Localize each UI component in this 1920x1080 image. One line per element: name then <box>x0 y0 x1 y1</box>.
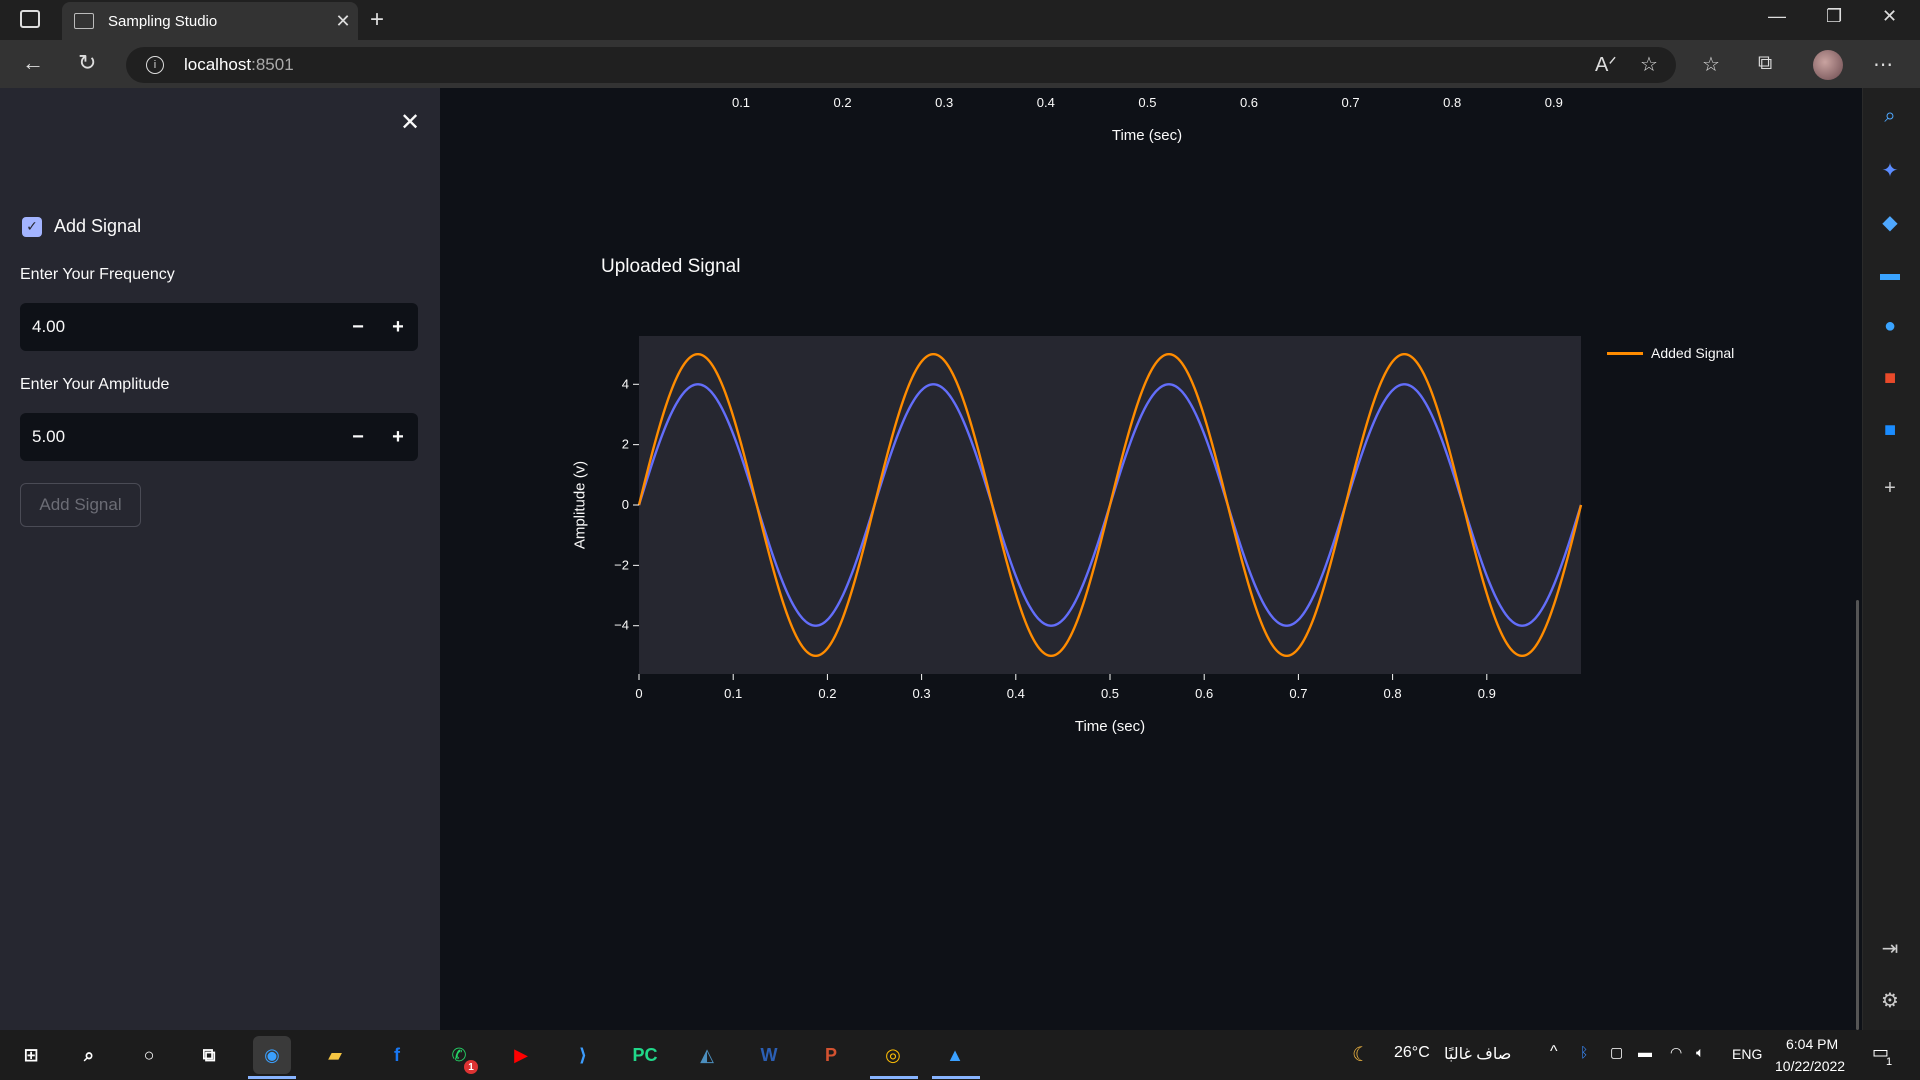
meet-now-icon[interactable]: ▢ <box>1610 1044 1623 1061</box>
taskbar-whatsapp-icon[interactable]: ✆ 1 <box>440 1036 478 1074</box>
taskbar-search-icon[interactable]: ⌕ <box>70 1036 108 1074</box>
edge-tools-icon[interactable]: ▬ <box>1876 260 1904 288</box>
scrollbar-thumb[interactable] <box>1856 600 1859 1030</box>
language-indicator[interactable]: ENG <box>1732 1046 1762 1062</box>
edge-sparkle-icon[interactable]: ✦ <box>1876 156 1904 184</box>
chart-legend[interactable]: Added Signal <box>1607 345 1734 361</box>
y-tick-label: −4 <box>614 618 629 633</box>
edge-active-indicator <box>248 1076 296 1079</box>
task-view-icon[interactable]: ⧉ <box>190 1036 228 1074</box>
x-tick-label: 0 <box>635 686 642 701</box>
taskbar-edge-icon[interactable]: ◉ <box>253 1036 291 1074</box>
x-axis-title: Time (sec) <box>1074 718 1146 735</box>
legend-swatch-added-signal <box>1607 351 1643 355</box>
x-tick-label: 0.6 <box>1195 686 1213 701</box>
start-icon[interactable]: ⊞ <box>12 1036 50 1074</box>
weather-icon[interactable]: ☾ <box>1352 1042 1370 1067</box>
x-tick-label: 0.7 <box>1289 686 1307 701</box>
edge-office-icon[interactable]: ■ <box>1876 364 1904 392</box>
x-tick-label: 0.9 <box>1478 686 1496 701</box>
edge-games-icon[interactable]: ● <box>1876 312 1904 340</box>
edge-add-icon[interactable]: + <box>1876 474 1904 502</box>
taskbar-chrome-icon[interactable]: ◎ <box>874 1036 912 1074</box>
y-tick-label: −2 <box>614 557 629 572</box>
edge-search-icon[interactable]: ⌕ <box>1876 102 1904 130</box>
weather-text[interactable]: صاف غالبًا <box>1444 1044 1511 1064</box>
chrome-active-indicator <box>870 1076 918 1079</box>
edge-hide-sidebar-icon[interactable]: ⇥ <box>1876 934 1904 962</box>
signal-chart[interactable]: 0 0.1 0.2 0.3 0.4 0.5 0.6 0.7 0.8 0.9 4 2 0 −2 −4 <box>0 0 1920 1080</box>
clock-date[interactable]: 10/22/2022 <box>1775 1058 1845 1074</box>
taskbar-pycharm-icon[interactable]: PC <box>626 1036 664 1074</box>
page-scrollbar[interactable] <box>1853 88 1862 1030</box>
taskbar-vscode-icon[interactable]: ⟩ <box>564 1036 602 1074</box>
taskbar-powerpoint-icon[interactable]: P <box>812 1036 850 1074</box>
legend-label-added-signal: Added Signal <box>1651 345 1735 361</box>
battery-icon[interactable]: ▬ <box>1638 1044 1652 1060</box>
taskbar-facebook-icon[interactable]: f <box>378 1036 416 1074</box>
taskbar-photos-icon[interactable]: ▲ <box>936 1036 974 1074</box>
x-tick-label: 0.1 <box>724 686 742 701</box>
edge-outlook-icon[interactable]: ■ <box>1876 416 1904 444</box>
x-tick-label: 0.2 <box>818 686 836 701</box>
wifi-icon[interactable]: ◠ <box>1670 1044 1682 1061</box>
notifications-count: 1 <box>1886 1056 1893 1068</box>
tray-overflow-icon[interactable]: ^ <box>1550 1043 1558 1061</box>
x-tick-label: 0.8 <box>1384 686 1402 701</box>
x-tick-label: 0.3 <box>913 686 931 701</box>
cortana-icon[interactable]: ○ <box>130 1036 168 1074</box>
y-tick-label: 4 <box>622 376 629 391</box>
y-tick-label: 2 <box>622 437 629 452</box>
volume-icon[interactable]: 🔈︎ <box>1696 1044 1704 1061</box>
taskbar-file-explorer-icon[interactable]: ▰ <box>316 1036 354 1074</box>
clock-time[interactable]: 6:04 PM <box>1786 1036 1838 1052</box>
x-tick-label: 0.5 <box>1101 686 1119 701</box>
weather-temp[interactable]: 26°C <box>1394 1044 1430 1062</box>
y-tick-label: 0 <box>622 497 629 512</box>
taskbar-word-icon[interactable]: W <box>750 1036 788 1074</box>
whatsapp-badge: 1 <box>464 1060 478 1074</box>
taskbar-mysql-icon[interactable]: ◭ <box>688 1036 726 1074</box>
y-axis-title: Amplitude (v) <box>571 460 589 550</box>
x-tick-label: 0.4 <box>1007 686 1025 701</box>
edge-settings-icon[interactable]: ⚙ <box>1876 986 1904 1014</box>
edge-tag-icon[interactable]: ◆ <box>1876 208 1904 236</box>
bluetooth-icon[interactable]: ᛒ <box>1580 1044 1588 1060</box>
taskbar-youtube-icon[interactable]: ▶ <box>502 1036 540 1074</box>
photos-active-indicator <box>932 1076 980 1079</box>
